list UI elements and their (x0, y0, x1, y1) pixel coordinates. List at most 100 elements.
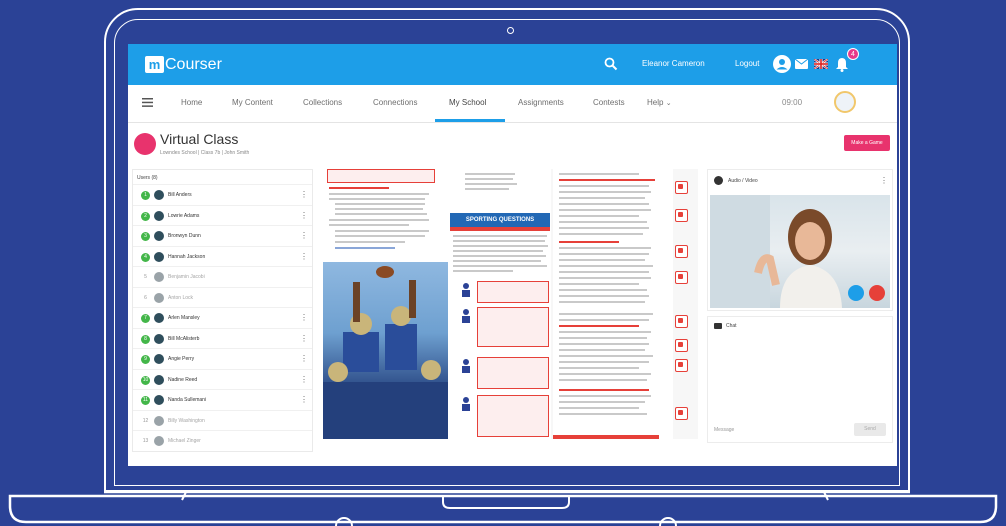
exercise-tile-icon[interactable] (675, 181, 688, 194)
user-icon[interactable] (773, 55, 791, 73)
user-row[interactable]: 1 Bill Anders ⋮ (133, 184, 312, 205)
exercise-tile-icon[interactable] (675, 315, 688, 328)
nav-help[interactable]: Help ⌄ (647, 98, 672, 107)
nav-collections[interactable]: Collections (303, 98, 342, 107)
user-row[interactable]: 12 Billy Washington (133, 409, 312, 431)
user-row[interactable]: 8 Bill McAlisterb ⋮ (133, 327, 312, 349)
user-menu-icon[interactable]: ⋮ (300, 355, 308, 363)
user-number-badge: 9 (141, 355, 150, 364)
user-avatar-icon (154, 374, 164, 385)
user-menu-icon[interactable]: ⋮ (300, 375, 308, 384)
exercise-tile-icon[interactable] (675, 359, 688, 372)
user-name: Bill Anders (168, 192, 192, 198)
search-icon[interactable] (604, 57, 618, 71)
chat-send-button[interactable]: Send (854, 423, 886, 436)
user-number-badge: 13 (142, 438, 149, 444)
speaker-icon[interactable] (461, 397, 471, 411)
section-heading: SPORTING QUESTIONS (450, 213, 550, 227)
user-name[interactable]: Eleanor Cameron (642, 59, 705, 68)
user-menu-icon[interactable]: ⋮ (300, 232, 308, 240)
user-row[interactable]: 5 Benjamin Jacobi (133, 266, 312, 287)
laptop-base (8, 492, 998, 526)
user-name: Billy Washington (168, 417, 205, 424)
page-subtitle: Lowndes School | Class 7b | John Smith (160, 150, 250, 156)
class-avatar (134, 133, 156, 155)
user-name: Nanda Sullemani (168, 397, 207, 403)
microphone-toggle-button[interactable] (869, 285, 885, 301)
user-avatar-icon (154, 333, 164, 344)
app-screen: m Courser Eleanor Cameron Logout 4 Home … (128, 44, 897, 466)
more-options-icon[interactable]: ⋮ (880, 176, 888, 185)
chat-label: Chat (726, 323, 737, 329)
nav-home[interactable]: Home (181, 98, 202, 107)
exercise-tile-icon[interactable] (675, 245, 688, 258)
chat-message-input[interactable]: Message (714, 427, 734, 433)
user-number-badge: 4 (141, 252, 150, 262)
user-name: Anton Lock (168, 294, 194, 301)
user-menu-icon[interactable]: ⋮ (300, 211, 308, 220)
make-game-button[interactable]: Make a Game (844, 135, 890, 151)
user-row[interactable]: 4 Hannah Jackson ⋮ (133, 245, 312, 267)
user-number-badge: 11 (141, 396, 150, 405)
camera-toggle-button[interactable] (848, 285, 864, 301)
user-row[interactable]: 3 Bronwyn Dunn ⋮ (133, 225, 312, 246)
user-menu-icon[interactable]: ⋮ (300, 252, 308, 261)
user-avatar-icon (154, 292, 164, 303)
user-menu-icon[interactable]: ⋮ (300, 334, 308, 343)
bell-icon[interactable] (835, 57, 849, 72)
exercise-tile-icon[interactable] (675, 339, 688, 352)
mail-icon[interactable] (795, 59, 808, 69)
exercise-tile-icon[interactable] (675, 271, 688, 284)
user-row[interactable]: 11 Nanda Sullemani ⋮ (133, 389, 312, 410)
speaker-icon[interactable] (461, 283, 471, 297)
textbook-page-right (553, 169, 673, 439)
user-row[interactable]: 9 Angie Perry ⋮ (133, 348, 312, 369)
speaker-icon[interactable] (461, 309, 471, 323)
user-name: Benjamin Jacobi (168, 274, 205, 280)
user-menu-icon[interactable]: ⋮ (300, 396, 308, 404)
video-label: Audio / Video (728, 178, 758, 184)
notification-badge[interactable]: 4 (847, 48, 859, 60)
callout-box (327, 169, 435, 183)
exercise-tile-icon[interactable] (675, 209, 688, 222)
uk-flag-icon[interactable] (814, 59, 828, 69)
user-number-badge: 10 (141, 375, 150, 385)
users-header: Users (8) (137, 175, 158, 181)
section-heading-underline (450, 227, 550, 231)
top-bar: m Courser Eleanor Cameron Logout 4 (128, 44, 897, 85)
hamburger-menu-icon[interactable] (142, 98, 153, 107)
user-name: Nadine Reed (168, 376, 198, 383)
users-panel: Users (8) 1 Bill Anders ⋮ 2 Lowrie Adams ⋮ 3 Br… (132, 169, 313, 452)
user-name: Hannah Jackson (168, 253, 206, 260)
user-name: Michael Zinger (168, 438, 201, 444)
user-row[interactable]: 7 Arlen Mansley ⋮ (133, 307, 312, 328)
logo-mark[interactable]: m (145, 56, 164, 73)
user-menu-icon[interactable]: ⋮ (300, 191, 308, 199)
user-avatar-icon (154, 415, 164, 426)
nav-connections[interactable]: Connections (373, 98, 417, 107)
user-row[interactable]: 2 Lowrie Adams ⋮ (133, 204, 312, 226)
page-title: Virtual Class (160, 131, 239, 147)
user-row[interactable]: 6 Anton Lock (133, 286, 312, 308)
textbook-page-left: SPORTING QUESTIONS (323, 169, 551, 439)
school-badge-icon[interactable] (834, 91, 856, 113)
nav-my-content[interactable]: My Content (232, 98, 273, 107)
logo-text[interactable]: Courser (165, 55, 222, 74)
logout-link[interactable]: Logout (735, 59, 759, 68)
nav-contests[interactable]: Contests (593, 98, 625, 107)
user-avatar-icon (154, 190, 164, 200)
user-menu-icon[interactable]: ⋮ (300, 314, 308, 322)
user-number-badge: 8 (141, 334, 150, 344)
user-row[interactable]: 10 Nadine Reed ⋮ (133, 368, 312, 390)
video-panel: Audio / Video ⋮ (707, 169, 893, 311)
user-number-badge: 2 (141, 211, 150, 221)
user-number-badge: 12 (142, 417, 149, 424)
user-row[interactable]: 13 Michael Zinger (133, 430, 312, 451)
nav-my-school[interactable]: My School (449, 98, 486, 107)
textbook-viewer[interactable]: SPORTING QUESTIONS (323, 169, 698, 439)
exercise-tile-icon[interactable] (675, 407, 688, 420)
speaker-icon[interactable] (461, 359, 471, 373)
football-photo (323, 262, 448, 439)
nav-assignments[interactable]: Assignments (518, 98, 564, 107)
video-call-icon (714, 176, 723, 185)
